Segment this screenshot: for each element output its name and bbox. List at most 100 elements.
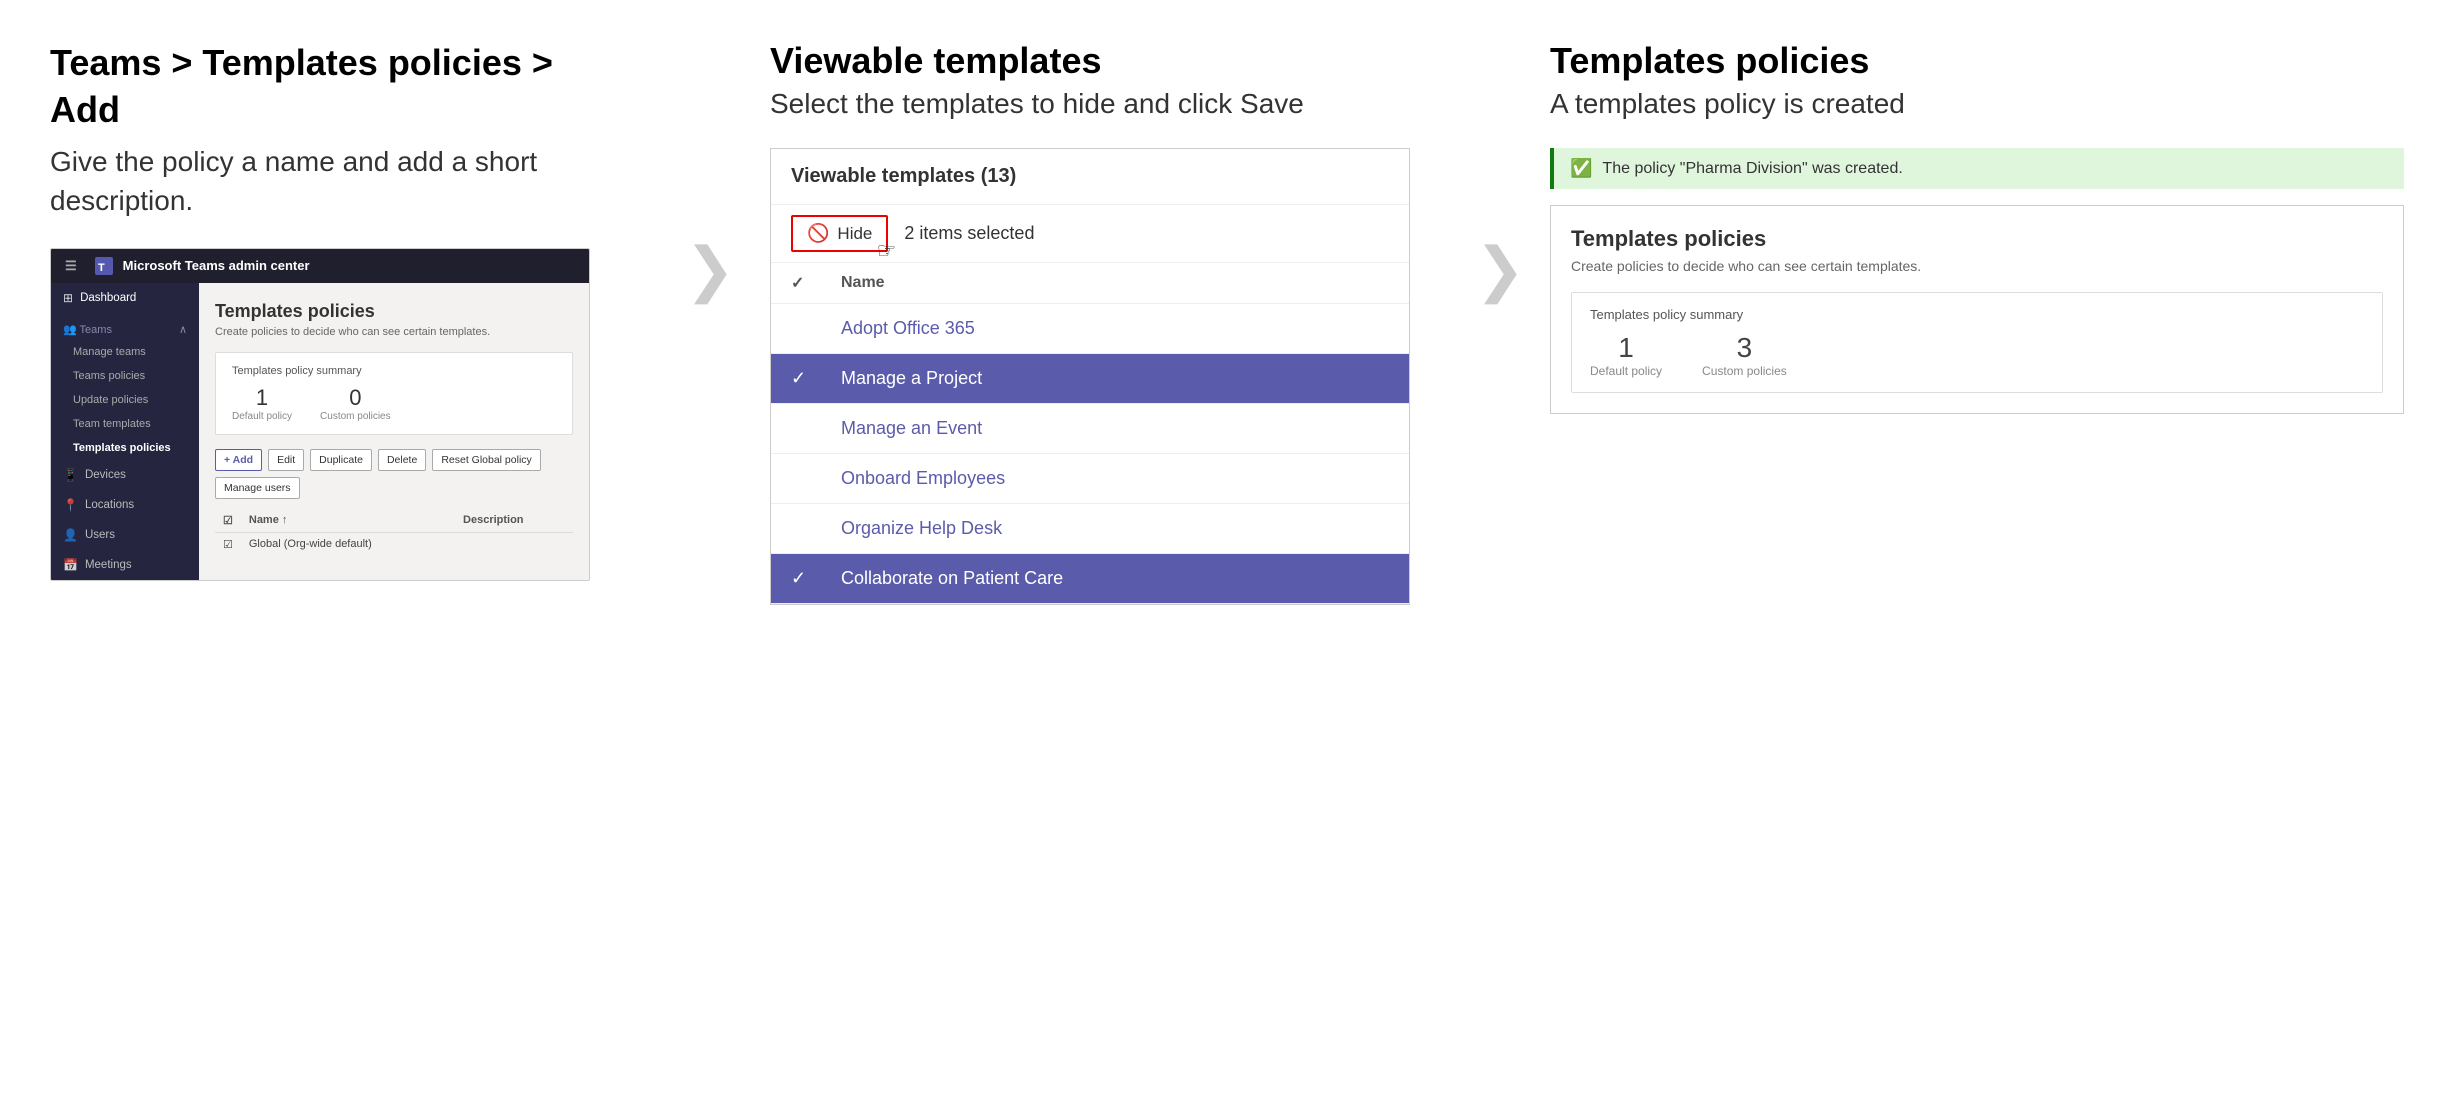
sidebar-item-dashboard[interactable]: ⊞ Dashboard: [51, 283, 199, 313]
items-selected-count: 2 items selected: [904, 223, 1034, 244]
admin-page-desc: Create policies to decide who can see ce…: [215, 326, 573, 338]
row-name-4: Onboard Employees: [841, 468, 1389, 489]
sidebar-teams-group[interactable]: 👥 Teams ∧: [51, 313, 199, 340]
result-default-num: 1: [1590, 332, 1662, 364]
hamburger-icon[interactable]: ☰: [65, 258, 77, 274]
locations-label: Locations: [85, 499, 134, 511]
list-item[interactable]: ✓ Manage a Project: [771, 354, 1409, 404]
chevron-up-icon: ∧: [179, 323, 187, 336]
hide-icon: 🚫: [807, 223, 829, 244]
update-policies-label: Update policies: [73, 394, 148, 406]
col1-heading: Teams > Templates policies > Add: [50, 40, 620, 134]
sidebar-label-dashboard: Dashboard: [80, 292, 136, 304]
column-1: Teams > Templates policies > Add Give th…: [50, 40, 650, 581]
list-item[interactable]: Organize Help Desk: [771, 504, 1409, 554]
hide-button-label: Hide: [837, 224, 872, 244]
sidebar-item-team-templates[interactable]: Team templates: [51, 412, 199, 436]
success-check-icon: ✅: [1570, 158, 1592, 179]
policies-table: ☑ Name ↑ Description ☑ Global (Org-wide …: [215, 509, 573, 556]
list-item[interactable]: ✓ Collaborate on Patient Care: [771, 554, 1409, 604]
summary-numbers: 1 Default policy 0 Custom policies: [232, 385, 556, 422]
meetings-label: Meetings: [85, 559, 132, 571]
admin-sidebar: ⊞ Dashboard 👥 Teams ∧ Manage teams Teams…: [51, 283, 199, 580]
row-check-6: ✓: [791, 568, 821, 589]
list-item[interactable]: Adopt Office 365: [771, 304, 1409, 354]
users-icon: 👤: [63, 528, 78, 542]
dashboard-icon: ⊞: [63, 291, 73, 305]
viewable-templates-panel: Viewable templates (13) 🚫 Hide ☞ 2 items…: [770, 148, 1410, 605]
default-policy-stat: 1 Default policy: [232, 385, 292, 422]
sidebar-item-teams-policies[interactable]: Teams policies: [51, 364, 199, 388]
sidebar-teams-label: 👥 Teams: [63, 323, 112, 336]
arrow-2-icon: ❯: [1475, 240, 1525, 300]
row-name-5: Organize Help Desk: [841, 518, 1389, 539]
table-row-desc: [455, 532, 573, 556]
list-item[interactable]: Onboard Employees: [771, 454, 1409, 504]
default-policy-num: 1: [232, 385, 292, 411]
admin-page-title: Templates policies: [215, 301, 573, 322]
admin-body: ⊞ Dashboard 👥 Teams ∧ Manage teams Teams…: [51, 283, 589, 580]
default-policy-lbl: Default policy: [232, 411, 292, 422]
hide-button[interactable]: 🚫 Hide ☞: [791, 215, 888, 252]
sidebar-item-locations[interactable]: 📍 Locations: [51, 490, 199, 520]
manage-users-button[interactable]: Manage users: [215, 477, 300, 499]
sidebar-item-meetings[interactable]: 📅 Meetings: [51, 550, 199, 580]
manage-teams-label: Manage teams: [73, 346, 146, 358]
vt-panel-title: Viewable templates (13): [791, 165, 1389, 188]
admin-center-screenshot: ☰ T Microsoft Teams admin center ⊞ Dashb…: [50, 248, 590, 581]
custom-policy-lbl: Custom policies: [320, 411, 391, 422]
delete-button[interactable]: Delete: [378, 449, 426, 471]
meetings-icon: 📅: [63, 558, 78, 572]
result-custom-stat: 3 Custom policies: [1702, 332, 1787, 378]
devices-icon: 📱: [63, 468, 78, 482]
admin-toolbar: + Add Edit Duplicate Delete Reset Global…: [215, 449, 573, 499]
arrow-2: ❯: [1450, 40, 1550, 300]
add-button[interactable]: + Add: [215, 449, 262, 471]
result-summary-box: Templates policy summary 1 Default polic…: [1571, 292, 2383, 393]
templates-policies-label: Templates policies: [73, 442, 171, 454]
vt-panel-header: Viewable templates (13): [771, 149, 1409, 205]
table-row[interactable]: ☑ Global (Org-wide default): [215, 532, 573, 556]
table-desc-header: Description: [455, 509, 573, 533]
col-name-header: Name: [841, 274, 885, 292]
edit-button[interactable]: Edit: [268, 449, 304, 471]
col2-heading: Viewable templates: [770, 40, 1430, 82]
summary-box-title: Templates policy summary: [232, 365, 556, 377]
duplicate-button[interactable]: Duplicate: [310, 449, 372, 471]
sidebar-item-manage-teams[interactable]: Manage teams: [51, 340, 199, 364]
admin-topbar-title: Microsoft Teams admin center: [123, 258, 310, 273]
row-name-3: Manage an Event: [841, 418, 1389, 439]
list-item[interactable]: Manage an Event: [771, 404, 1409, 454]
result-default-stat: 1 Default policy: [1590, 332, 1662, 378]
result-custom-lbl: Custom policies: [1702, 364, 1787, 378]
sidebar-item-update-policies[interactable]: Update policies: [51, 388, 199, 412]
row-name-2: Manage a Project: [841, 368, 1389, 389]
main-layout: Teams > Templates policies > Add Give th…: [50, 40, 2404, 605]
result-panel-title: Templates policies: [1571, 226, 2383, 252]
summary-box: Templates policy summary 1 Default polic…: [215, 352, 573, 435]
table-check-header: ☑: [215, 509, 241, 533]
result-panel-desc: Create policies to decide who can see ce…: [1571, 258, 2383, 274]
column-2: Viewable templates Select the templates …: [770, 40, 1450, 605]
table-row-name: Global (Org-wide default): [241, 532, 455, 556]
vt-col-header: ✓ Name: [771, 263, 1409, 304]
col3-heading: Templates policies: [1550, 40, 2404, 82]
admin-topbar: ☰ T Microsoft Teams admin center: [51, 249, 589, 283]
sidebar-item-users[interactable]: 👤 Users: [51, 520, 199, 550]
svg-text:T: T: [98, 262, 105, 274]
users-label: Users: [85, 529, 115, 541]
custom-policy-num: 0: [320, 385, 391, 411]
sidebar-item-templates-policies[interactable]: Templates policies: [51, 436, 199, 460]
table-name-header[interactable]: Name ↑: [241, 509, 455, 533]
col2-subtext: Select the templates to hide and click S…: [770, 88, 1430, 120]
table-row-checkbox[interactable]: ☑: [215, 532, 241, 556]
col1-heading-bold: Teams > Templates policies >: [50, 42, 553, 83]
sidebar-item-devices[interactable]: 📱 Devices: [51, 460, 199, 490]
vt-toolbar: 🚫 Hide ☞ 2 items selected: [771, 205, 1409, 263]
row-name-1: Adopt Office 365: [841, 318, 1389, 339]
success-message: The policy "Pharma Division" was created…: [1602, 160, 1902, 178]
column-3: Templates policies A templates policy is…: [1550, 40, 2404, 414]
admin-main-content: Templates policies Create policies to de…: [199, 283, 589, 580]
reset-button[interactable]: Reset Global policy: [432, 449, 540, 471]
result-custom-num: 3: [1702, 332, 1787, 364]
